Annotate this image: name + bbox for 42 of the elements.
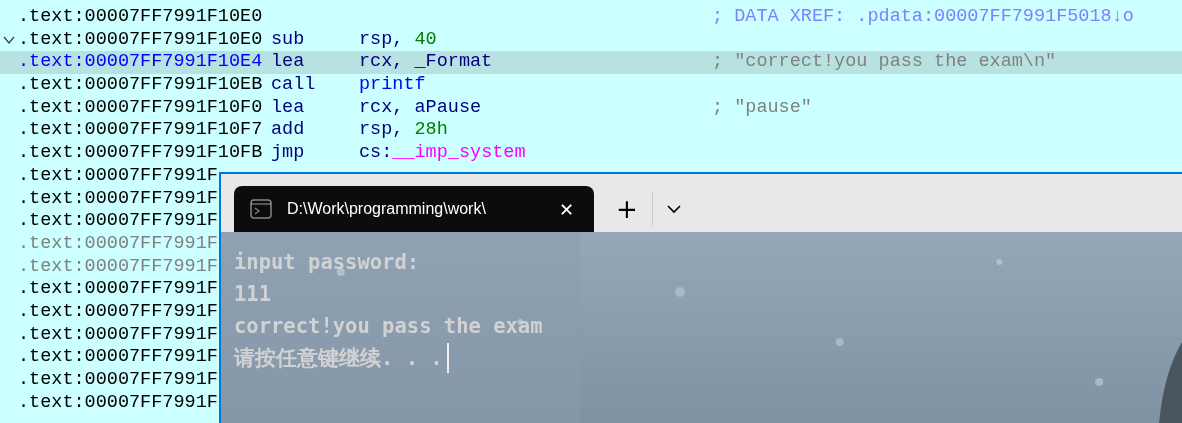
address: .text:00007FF7991F10E0 bbox=[18, 28, 264, 52]
listing-row[interactable]: .text:00007FF7991F10F0 lea rcx, aPause ; "pause" bbox=[0, 96, 1182, 120]
dropdown-chevron-icon[interactable] bbox=[666, 204, 681, 214]
listing-row[interactable]: .text:00007FF7991F10E0 ; DATA XREF: .pdata:00007FF7991F5018↓o bbox=[0, 6, 1182, 29]
mnemonic: lea bbox=[271, 51, 306, 75]
operand: 40 bbox=[414, 28, 437, 52]
mnemonic: sub bbox=[271, 28, 306, 52]
new-tab-button[interactable]: + bbox=[610, 196, 644, 222]
address: .text:00007FF7991F10EB bbox=[18, 74, 264, 97]
operand: printf bbox=[359, 74, 426, 97]
console-line: correct!you pass the exam bbox=[234, 313, 543, 340]
address: .text:00007FF7991F10F0 bbox=[18, 96, 264, 120]
mnemonic: add bbox=[271, 119, 306, 143]
mnemonic: call bbox=[271, 74, 317, 97]
console-line: 111 bbox=[234, 281, 272, 308]
operand: rcx, aPause bbox=[359, 96, 482, 120]
console-icon bbox=[250, 199, 272, 219]
address: .text:00007FF7991F10F7 bbox=[18, 119, 264, 143]
comment: ; DATA XREF: .pdata:00007FF7991F5018↓o bbox=[712, 6, 1134, 29]
comment: ; "correct!you pass the exam\n" bbox=[712, 51, 1057, 75]
operand: __imp_system bbox=[392, 142, 526, 165]
address: .text:00007FF7991F10E0 bbox=[18, 6, 264, 29]
listing-row[interactable]: .text:00007FF7991F10F7 add rsp, 28h bbox=[0, 119, 1182, 143]
comment: ; "pause" bbox=[712, 96, 812, 120]
listing-row[interactable]: .text:00007FF7991F10E0 sub rsp, 40 bbox=[0, 28, 1182, 52]
mnemonic: lea bbox=[271, 96, 306, 120]
tab-title: D:\Work\programming\work\ bbox=[287, 200, 487, 218]
mnemonic: jmp bbox=[271, 142, 306, 165]
operand: 28h bbox=[414, 119, 448, 143]
console-line: 请按任意键继续. . . bbox=[234, 345, 443, 372]
listing-row[interactable]: .text:00007FF7991F10FB jmp cs:__imp_system bbox=[0, 142, 1182, 165]
terminal-tab[interactable]: D:\Work\programming\work\ ✕ bbox=[234, 186, 594, 232]
operand: cs: bbox=[359, 142, 393, 165]
address: .text:00007FF7991F10FB bbox=[18, 142, 264, 165]
selected-listing-row[interactable]: .text:00007FF7991F10E4 lea rcx, _Format ; "correct!you pass the exam\n" bbox=[0, 51, 1182, 75]
close-tab-button[interactable]: ✕ bbox=[550, 198, 582, 220]
address: .text:00007FF7991F10E4 bbox=[18, 51, 264, 75]
operand: rcx, _Format bbox=[359, 51, 493, 75]
listing-row[interactable]: .text:00007FF7991F10EB call printf bbox=[0, 74, 1182, 97]
operand: rsp, bbox=[359, 119, 405, 143]
operand: rsp, bbox=[359, 28, 405, 52]
console-line: input password: bbox=[234, 249, 420, 276]
